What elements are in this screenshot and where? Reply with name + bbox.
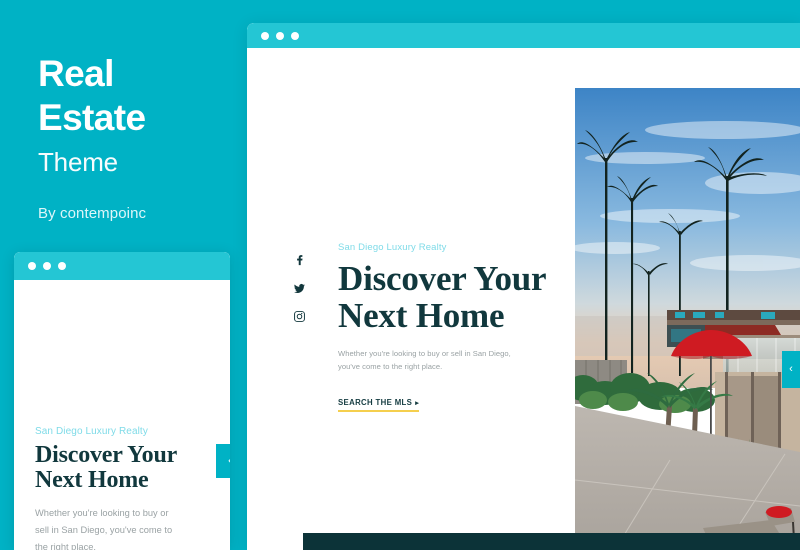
mobile-preview-window: San Diego Luxury Realty Discover Your Ne… xyxy=(14,252,230,550)
main-window-viewport: San Diego Luxury Realty Discover Your Ne… xyxy=(247,48,800,550)
slider-prev-button[interactable]: ‹ xyxy=(782,351,800,388)
promo-title-line-1: Real xyxy=(38,53,114,94)
preview-hero-copy: San Diego Luxury Realty Discover Your Ne… xyxy=(35,426,215,550)
preview-blurb-line-3: the right place. xyxy=(35,542,96,550)
promo-title: Real Estate xyxy=(38,52,250,139)
preview-headline-line-2: Next Home xyxy=(35,467,149,494)
preview-window-dot-maximize-icon[interactable] xyxy=(58,262,66,270)
preview-window-dot-minimize-icon[interactable] xyxy=(43,262,51,270)
facebook-icon[interactable] xyxy=(293,254,306,267)
promo-title-line-2: Estate xyxy=(38,96,146,138)
site-footer-bar xyxy=(303,533,800,550)
preview-slider-prev-button[interactable]: ‹ xyxy=(216,444,230,478)
main-window-titlebar xyxy=(247,23,800,48)
social-links xyxy=(293,254,306,323)
preview-headline-line-1: Discover Your xyxy=(35,442,178,468)
window-dot-maximize-icon[interactable] xyxy=(291,31,299,40)
instagram-icon[interactable] xyxy=(293,310,306,323)
hero-headline: Discover Your Next Home xyxy=(338,260,563,334)
hero-blurb: Whether you're looking to buy or sell in… xyxy=(338,347,563,373)
cta-label: SEARCH THE MLS xyxy=(338,398,413,408)
twitter-icon[interactable] xyxy=(293,282,306,295)
hero-blurb-line-1: Whether you're looking to buy or sell in… xyxy=(338,349,511,359)
search-the-mls-button[interactable]: SEARCH THE MLS ▸ xyxy=(338,398,420,413)
chevron-right-icon: ▸ xyxy=(415,400,420,408)
hero-headline-line-2: Next Home xyxy=(338,296,505,336)
preview-left-edge xyxy=(14,280,20,550)
preview-window-viewport: San Diego Luxury Realty Discover Your Ne… xyxy=(14,280,230,550)
hero-blurb-line-2: you've come to the right place. xyxy=(338,362,443,372)
preview-window-titlebar xyxy=(14,252,230,280)
preview-window-dot-close-icon[interactable] xyxy=(28,262,36,270)
preview-hero-eyebrow: San Diego Luxury Realty xyxy=(35,426,148,437)
main-browser-window: San Diego Luxury Realty Discover Your Ne… xyxy=(247,23,800,550)
hero-copy: San Diego Luxury Realty Discover Your Ne… xyxy=(338,242,563,413)
hero-photo xyxy=(575,88,800,550)
preview-hero-blurb: Whether you're looking to buy or sell in… xyxy=(35,505,215,550)
preview-blurb-line-1: Whether you're looking to buy or xyxy=(35,507,169,518)
preview-blurb-line-2: sell in San Diego, you've come to xyxy=(35,525,173,536)
promo-subtitle: Theme xyxy=(38,147,118,178)
preview-hero-headline: Discover Your Next Home xyxy=(35,442,215,494)
window-dot-close-icon[interactable] xyxy=(261,31,269,40)
window-dot-minimize-icon[interactable] xyxy=(276,31,284,40)
hero-eyebrow: San Diego Luxury Realty xyxy=(338,242,447,253)
hero-headline-line-1: Discover Your xyxy=(338,259,547,298)
promo-byline: By contempoinc xyxy=(38,204,147,222)
